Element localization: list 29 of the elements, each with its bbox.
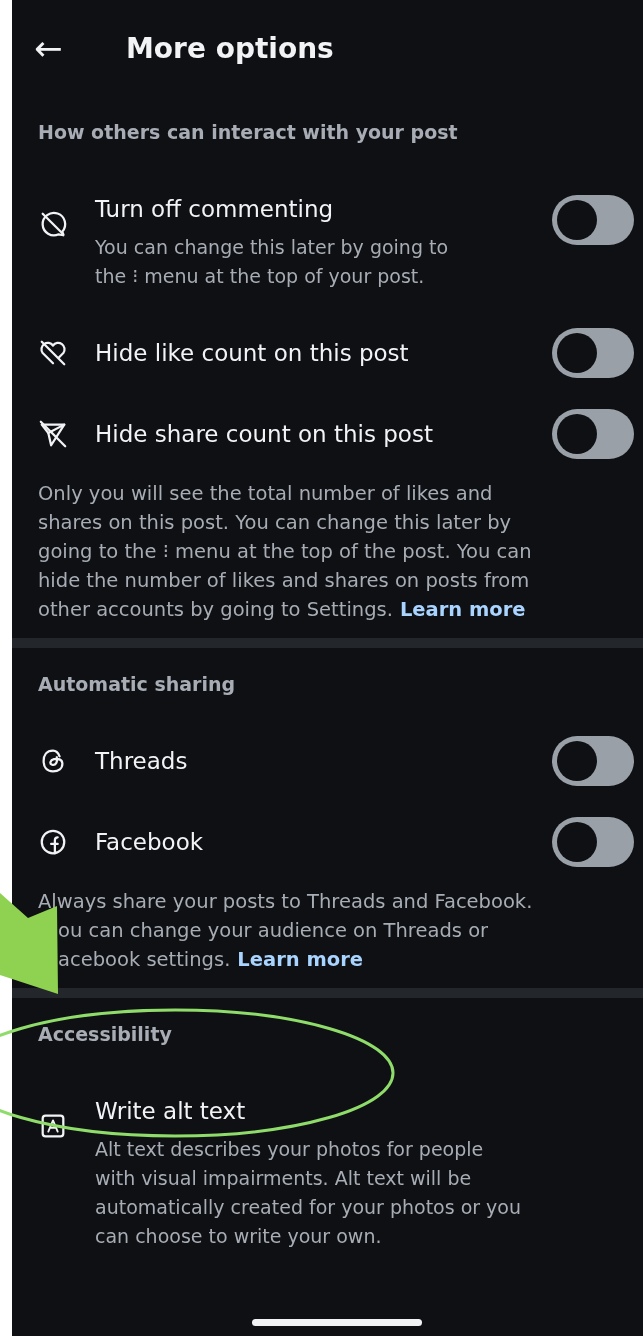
option-label: Hide like count on this post: [95, 338, 409, 368]
note-text: Only you will see the total number of likes and: [38, 481, 494, 507]
note-text: other accounts by going to Settings.: [38, 597, 393, 623]
section-heading: How others can interact with your post: [38, 120, 459, 145]
option-label: Threads: [95, 746, 188, 776]
note-text: Always share your posts to Threads and Facebook.: [38, 889, 534, 915]
option-label: Hide share count on this post: [95, 419, 433, 449]
option-label: Turn off commenting: [95, 195, 334, 224]
section-heading: Accessibility: [38, 1022, 173, 1047]
option-label: Write alt text: [95, 1097, 246, 1126]
page-title: More options: [126, 31, 334, 65]
toggle-switch[interactable]: [552, 816, 634, 867]
note-text: going to the ⁝ menu at the top of the post. You can: [38, 539, 533, 565]
toggle-switch[interactable]: [552, 327, 634, 378]
note-text: ou can change your audience on Threads or: [57, 918, 490, 944]
note-text: hide the number of likes and shares on posts from: [38, 568, 531, 594]
option-description: Alt text describes your photos for people with visual impairments. Alt text will be automatically created for your photos or you can choose to write your own.: [95, 1137, 522, 1249]
note-text: acebook settings.: [58, 947, 231, 973]
send-off-icon: [38, 418, 68, 449]
note-text: shares on this post. You can change this later by: [38, 510, 513, 536]
section-heading: Automatic sharing: [38, 672, 237, 697]
back-button[interactable]: ←: [34, 28, 126, 68]
learn-more-link[interactable]: Learn more: [399, 595, 526, 624]
toggle-switch[interactable]: [552, 408, 634, 459]
option-description: You can change this later by going to the ⁝ menu at the top of your post.: [95, 235, 449, 289]
learn-more-link[interactable]: Learn more: [237, 945, 363, 974]
toggle-switch[interactable]: [552, 735, 634, 786]
toggle-switch[interactable]: [552, 195, 634, 245]
option-label: Facebook: [95, 827, 204, 857]
